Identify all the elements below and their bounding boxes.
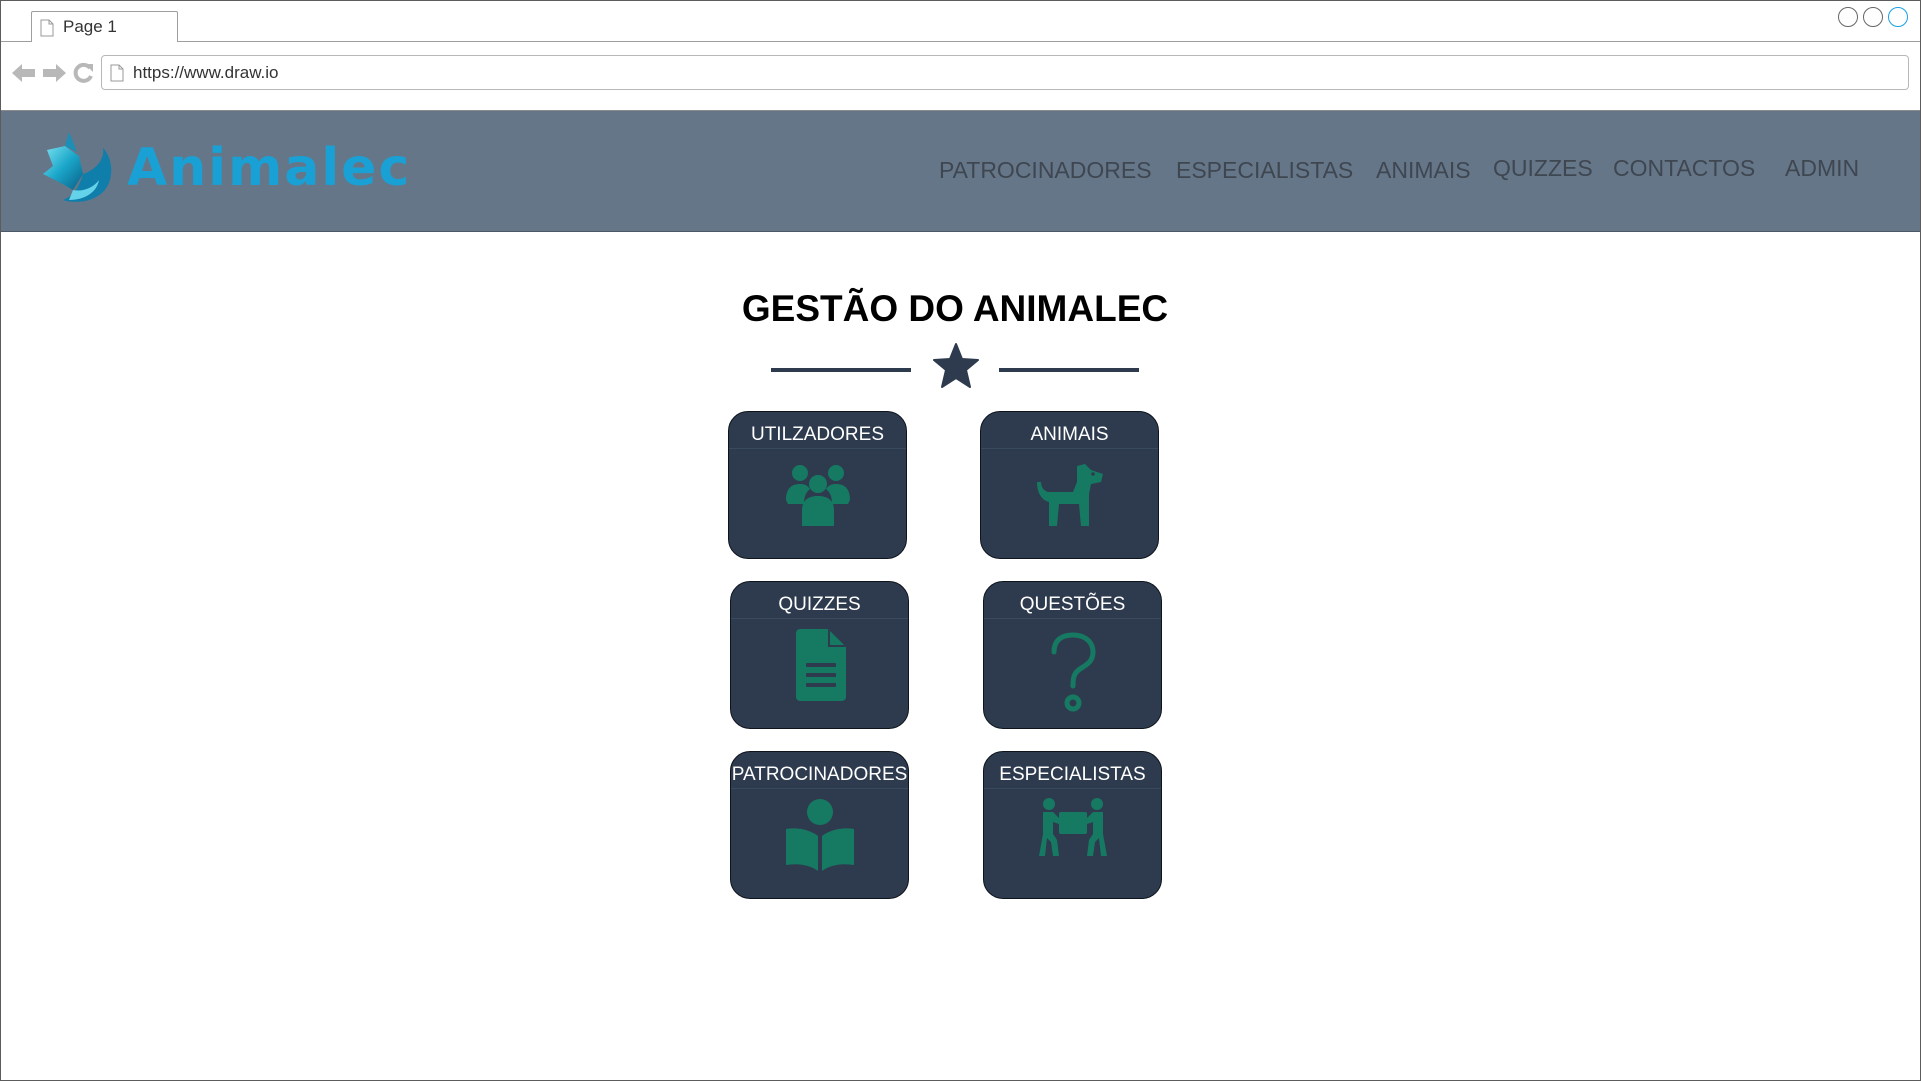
card-separator	[731, 788, 908, 789]
logo-text: Animalec	[127, 138, 412, 198]
nav-contactos[interactable]: CONTACTOS	[1613, 155, 1755, 182]
maximize-button[interactable]	[1863, 7, 1883, 27]
page-icon	[110, 64, 124, 87]
url-field[interactable]: https://www.draw.io	[101, 55, 1909, 90]
document-icon	[792, 629, 848, 706]
card-separator	[981, 448, 1158, 449]
page-title: GESTÃO DO ANIMALEC	[741, 288, 1169, 329]
dog-icon	[1033, 462, 1107, 533]
card-quizzes[interactable]: QUIZZES	[730, 581, 909, 729]
window-controls	[1838, 7, 1908, 27]
reader-icon	[784, 799, 856, 876]
browser-window: Page 1 https://www.draw.io Animalec PATR…	[0, 0, 1921, 1081]
divider-right	[999, 368, 1139, 372]
card-label: UTILZADORES	[750, 424, 885, 445]
close-button[interactable]	[1888, 7, 1908, 27]
card-separator	[984, 788, 1161, 789]
logo[interactable]: Animalec	[39, 130, 411, 206]
tab-bar: Page 1	[1, 1, 1920, 42]
tab-label: Page 1	[63, 17, 117, 36]
nav-patrocinadores[interactable]: PATROCINADORES	[939, 157, 1152, 184]
question-icon	[1048, 632, 1098, 719]
card-utilizadores[interactable]: UTILZADORES	[728, 411, 907, 559]
card-label: QUESTÕES	[1019, 594, 1126, 615]
card-separator	[729, 448, 906, 449]
card-animais[interactable]: ANIMAIS	[980, 411, 1159, 559]
url-text: https://www.draw.io	[133, 63, 279, 82]
minimize-button[interactable]	[1838, 7, 1858, 27]
reload-icon[interactable]	[71, 62, 95, 89]
site-header: Animalec PATROCINADORES ESPECIALISTAS AN…	[1, 111, 1920, 232]
card-patrocinadores[interactable]: PATROCINADORES	[730, 751, 909, 899]
divider-left	[771, 368, 911, 372]
nav-animais[interactable]: ANIMAIS	[1376, 157, 1471, 184]
address-bar: https://www.draw.io	[1, 42, 1920, 111]
card-especialistas[interactable]: ESPECIALISTAS	[983, 751, 1162, 899]
card-separator	[984, 618, 1161, 619]
nav-admin[interactable]: ADMIN	[1785, 155, 1859, 182]
card-separator	[731, 618, 908, 619]
page-icon	[40, 19, 54, 42]
card-label: ANIMAIS	[1030, 424, 1109, 445]
browser-tab[interactable]: Page 1	[31, 11, 178, 42]
star-icon	[931, 342, 981, 395]
back-arrow-icon[interactable]	[11, 62, 37, 89]
nav-buttons	[11, 62, 95, 89]
nav-especialistas[interactable]: ESPECIALISTAS	[1176, 157, 1353, 184]
users-icon	[783, 462, 853, 531]
card-label: ESPECIALISTAS	[999, 764, 1146, 785]
card-questoes[interactable]: QUESTÕES	[983, 581, 1162, 729]
carry-box-icon	[1037, 798, 1109, 863]
forward-arrow-icon[interactable]	[41, 62, 67, 89]
nav-quizzes[interactable]: QUIZZES	[1493, 155, 1593, 182]
fox-logo-icon	[43, 132, 112, 202]
card-label: QUIZZES	[778, 594, 861, 615]
card-label: PATROCINADORES	[731, 764, 908, 785]
